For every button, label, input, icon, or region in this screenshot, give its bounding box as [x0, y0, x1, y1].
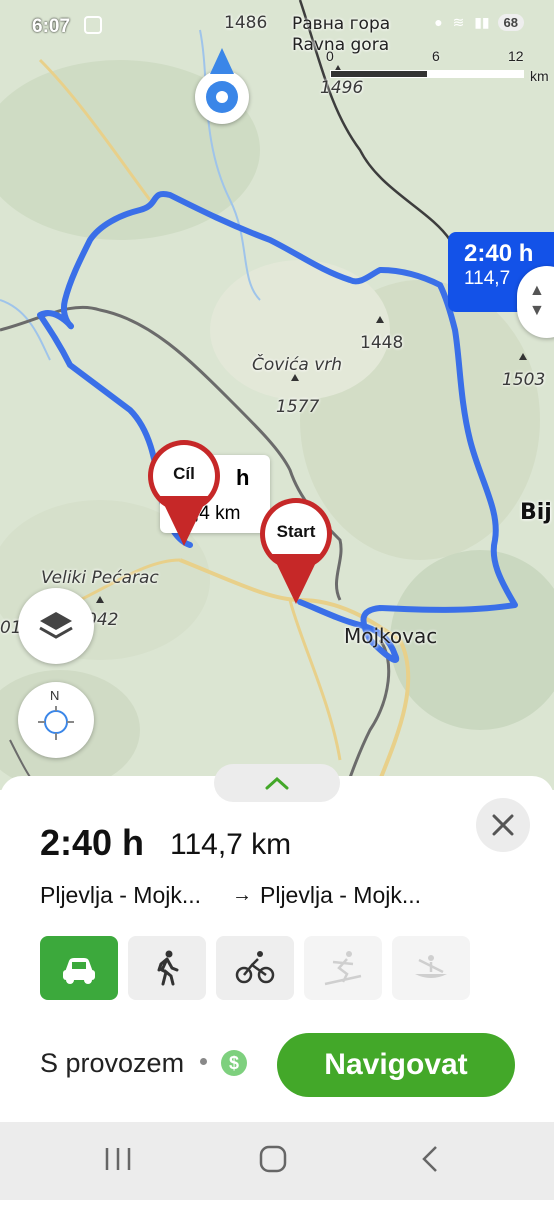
separator-dot: [200, 1058, 207, 1065]
signal-icon: ▮▮: [474, 14, 490, 30]
sheet-expand-handle[interactable]: [214, 764, 340, 802]
route-duration: 2:40 h: [40, 822, 145, 863]
map-layers-button[interactable]: [18, 588, 94, 664]
navigate-button[interactable]: Navigovat: [277, 1033, 515, 1097]
status-bar: 6:07 ● ≋ ▮▮ 68: [0, 0, 554, 52]
start-pin-label: Start: [276, 522, 316, 541]
map-canvas: [0, 0, 554, 790]
status-time: 6:07: [32, 16, 71, 37]
route-origin: Pljevlja - Mojk...: [40, 882, 202, 908]
walking-icon: [157, 950, 179, 986]
layers-icon: [39, 612, 73, 639]
close-icon: [492, 814, 514, 836]
system-navigation-bar: [0, 1122, 554, 1200]
location-icon: ●: [434, 14, 443, 30]
status-icons: ● ≋ ▮▮ 68: [434, 14, 524, 31]
start-pin[interactable]: Start: [260, 498, 340, 618]
elevation-label: 1496: [320, 78, 364, 98]
mode-bike-button[interactable]: [216, 936, 294, 1000]
town-label-partial: Bij: [520, 500, 552, 525]
elevation-label: 1448: [360, 333, 404, 353]
mode-boat-button[interactable]: [392, 936, 470, 1000]
mode-ski-button[interactable]: [304, 936, 382, 1000]
screenshot-icon: [84, 16, 102, 34]
mode-walk-button[interactable]: [128, 936, 206, 1000]
route-arrow: →: [232, 884, 252, 906]
chevron-up-icon: ▲: [529, 282, 545, 299]
back-icon[interactable]: [422, 1146, 437, 1172]
peak-name-label: Veliki Pećarac: [41, 568, 159, 588]
battery-indicator: 68: [497, 14, 524, 31]
recent-apps-icon[interactable]: [105, 1148, 131, 1170]
vehicle-profile-label[interactable]: S provozem: [40, 1048, 184, 1079]
toll-icon: $: [221, 1050, 247, 1076]
chevron-up-icon: [265, 776, 289, 790]
map-view[interactable]: 1486 Равна гора Ravna gora 1496 1448 Čov…: [0, 0, 554, 790]
peak-name-label: Čovića vrh: [252, 355, 343, 375]
skiing-icon: [324, 951, 362, 986]
destination-pin[interactable]: Cíl: [148, 440, 228, 560]
route-bubble-duration: 2:40 h: [464, 240, 534, 267]
route-distance: 114,7 km: [170, 828, 292, 861]
car-icon: [63, 958, 95, 984]
kayak-icon: [415, 955, 447, 978]
town-label-mojkovac: Mojkovac: [344, 624, 438, 648]
wifi-icon: ≋: [452, 14, 465, 30]
elevation-label: 1503: [502, 370, 546, 390]
compass-icon: [38, 706, 74, 740]
close-button[interactable]: [476, 798, 530, 852]
compass-button[interactable]: N: [18, 682, 94, 758]
elevation-label: 1577: [276, 397, 320, 417]
destination-pin-label: Cíl: [173, 464, 195, 483]
home-icon[interactable]: [259, 1145, 287, 1173]
current-location-marker: [195, 48, 249, 124]
bicycle-icon: [235, 951, 275, 984]
route-destination: Pljevlja - Mojk...: [260, 882, 422, 908]
mode-car-button[interactable]: [40, 936, 118, 1000]
chevron-down-icon: ▼: [529, 302, 545, 319]
